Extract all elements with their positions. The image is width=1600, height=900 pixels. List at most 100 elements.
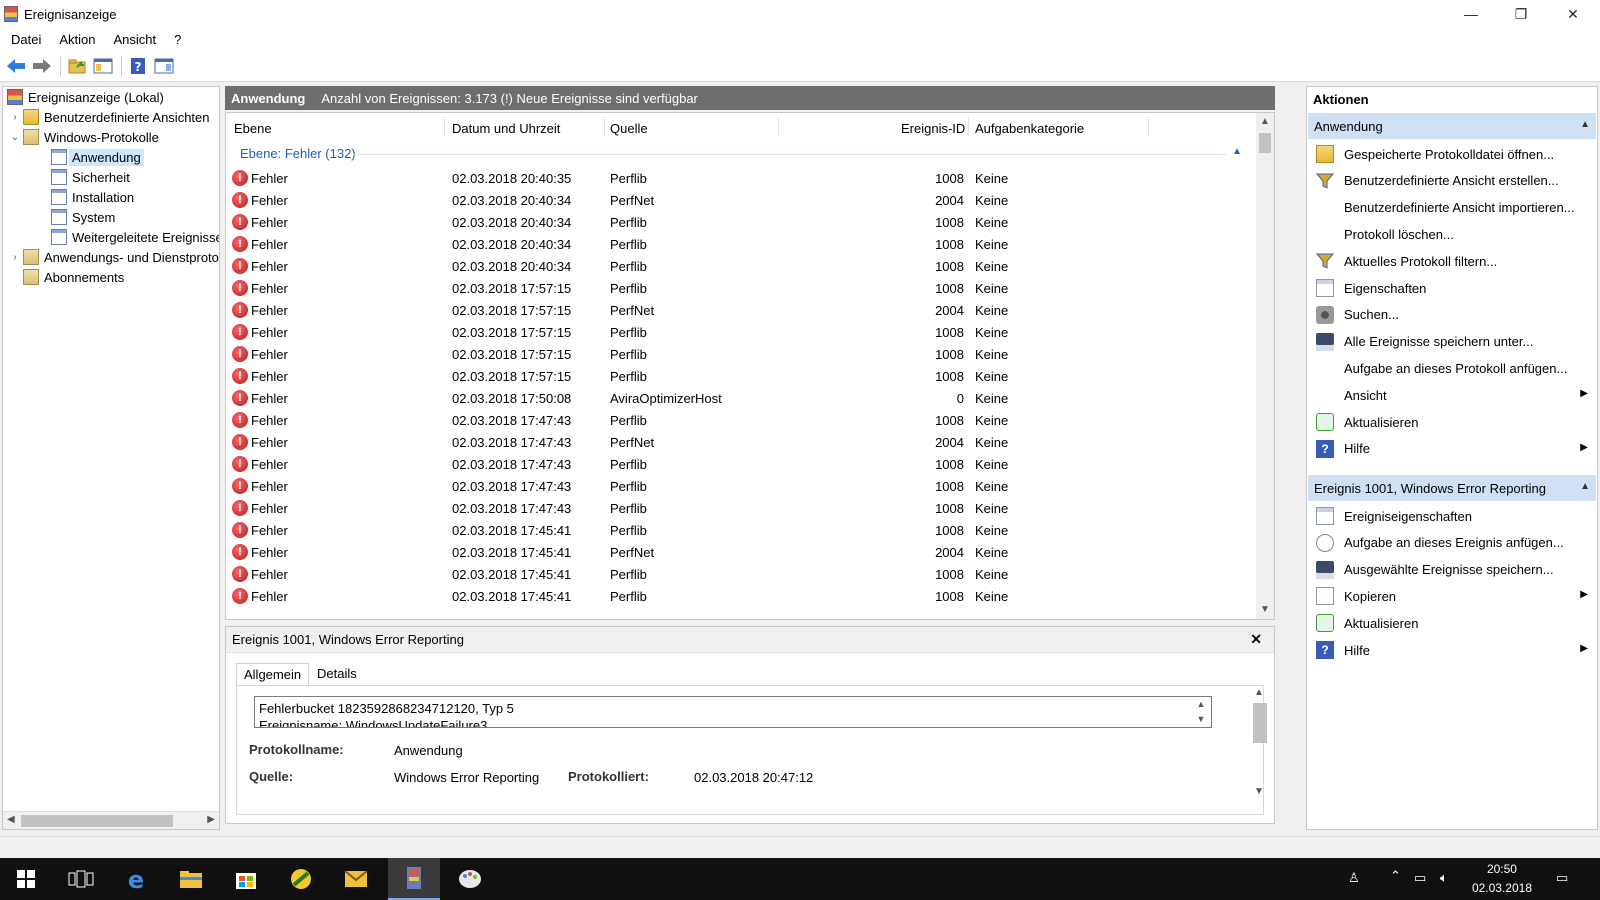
action-item[interactable]: Ausgewählte Ereignisse speichern... [1308, 557, 1596, 583]
event-description-textbox[interactable]: Fehlerbucket 1823592868234712120, Typ 5 … [254, 696, 1212, 728]
taskbar-app-paint[interactable] [444, 858, 496, 900]
scroll-up-icon[interactable]: ▲ [1256, 113, 1274, 131]
table-row[interactable]: ! Fehler 02.03.2018 17:47:43 Perflib 1008 Kei… [226, 453, 1256, 475]
collapse-section-icon[interactable]: ▲ [1580, 481, 1590, 492]
column-header-event-id[interactable]: Ereignis-ID [901, 121, 965, 136]
action-item[interactable]: Aktualisieren [1308, 610, 1596, 636]
action-center-icon[interactable]: ▭ [1556, 870, 1568, 886]
tree-item-app-services[interactable]: › Anwendungs- und Dienstproto [9, 247, 219, 267]
close-detail-button[interactable]: ✕ [1250, 631, 1262, 648]
action-item[interactable]: Ansicht ▶ [1308, 382, 1596, 408]
menu-ansicht[interactable]: Ansicht [105, 32, 166, 47]
action-item[interactable]: Benutzerdefinierte Ansicht erstellen... [1308, 168, 1596, 194]
table-row[interactable]: ! Fehler 02.03.2018 17:47:43 Perflib 1008 Kei… [226, 409, 1256, 431]
open-folder-button[interactable] [65, 54, 89, 78]
scrollbar-thumb[interactable] [21, 815, 173, 827]
column-header-date[interactable]: Datum und Uhrzeit [452, 121, 560, 136]
column-divider[interactable] [968, 117, 969, 137]
action-item[interactable]: Suchen... [1308, 302, 1596, 328]
show-hide-tree-button[interactable] [91, 54, 115, 78]
scrollbar-thumb[interactable] [1259, 133, 1271, 153]
scroll-down-icon[interactable]: ▼ [1250, 786, 1268, 797]
chevron-right-icon[interactable]: › [9, 112, 21, 123]
column-header-level[interactable]: Ebene [234, 121, 272, 136]
event-list-scrollbar[interactable]: ▲ ▼ [1256, 113, 1274, 619]
action-item[interactable]: Alle Ereignisse speichern unter... [1308, 329, 1596, 355]
scroll-left-icon[interactable]: ◀ [7, 814, 15, 825]
table-row[interactable]: ! Fehler 02.03.2018 20:40:35 Perflib 1008 Kei… [226, 167, 1256, 189]
volume-icon[interactable]: 🔈︎ [1440, 870, 1448, 886]
back-button[interactable] [4, 54, 28, 78]
task-view-button[interactable] [55, 858, 107, 900]
close-button[interactable]: ✕ [1548, 0, 1598, 28]
table-row[interactable]: ! Fehler 02.03.2018 17:45:41 Perflib 1008 Kei… [226, 585, 1256, 607]
taskbar-app-green[interactable] [275, 858, 327, 900]
system-clock[interactable]: 20:50 02.03.2018 [1472, 860, 1532, 898]
tab-details[interactable]: Details [310, 663, 364, 687]
action-item[interactable]: Gespeicherte Protokolldatei öffnen... [1308, 141, 1596, 167]
action-item[interactable]: Aktuelles Protokoll filtern... [1308, 248, 1596, 274]
column-header-category[interactable]: Aufgabenkategorie [975, 121, 1084, 136]
help-button[interactable]: ? [126, 54, 150, 78]
collapse-group-icon[interactable]: ▲ [1232, 146, 1242, 157]
action-item[interactable]: Aktualisieren [1308, 409, 1596, 435]
table-row[interactable]: ! Fehler 02.03.2018 17:45:41 Perflib 1008 Kei… [226, 563, 1256, 585]
description-scrollbar[interactable]: ▲ ▼ [1192, 697, 1210, 727]
tree-item-anwendung[interactable]: Anwendung [49, 147, 144, 167]
taskbar-event-viewer[interactable] [388, 858, 440, 900]
taskbar-store[interactable] [220, 858, 272, 900]
table-row[interactable]: ! Fehler 02.03.2018 17:57:15 PerfNet 2004 Kei… [226, 299, 1256, 321]
table-row[interactable]: ! Fehler 02.03.2018 17:47:43 Perflib 1008 Kei… [226, 475, 1256, 497]
menu-datei[interactable]: Datei [0, 32, 50, 47]
scroll-up-icon[interactable]: ▲ [1250, 687, 1268, 698]
table-row[interactable]: ! Fehler 02.03.2018 20:40:34 PerfNet 2004 Kei… [226, 189, 1256, 211]
restore-button[interactable]: ❐ [1496, 0, 1546, 28]
tab-allgemein[interactable]: Allgemein [236, 663, 310, 687]
action-item[interactable]: Ereigniseigenschaften [1308, 503, 1596, 529]
table-row[interactable]: ! Fehler 02.03.2018 20:40:34 Perflib 1008 Kei… [226, 255, 1256, 277]
table-row[interactable]: ! Fehler 02.03.2018 20:40:34 Perflib 1008 Kei… [226, 211, 1256, 233]
scroll-right-icon[interactable]: ▶ [207, 814, 215, 825]
action-item[interactable]: Kopieren ▶ [1308, 583, 1596, 609]
chevron-down-icon[interactable]: ⌄ [9, 132, 21, 143]
column-divider[interactable] [1148, 117, 1149, 137]
network-icon[interactable]: ▭ [1414, 870, 1426, 886]
group-header-fehler[interactable]: Ebene: Fehler (132) ▲ [226, 145, 1256, 163]
tree-horizontal-scrollbar[interactable]: ◀ ▶ [3, 811, 219, 829]
action-item[interactable]: Aufgabe an dieses Protokoll anfügen... [1308, 355, 1596, 381]
table-row[interactable]: ! Fehler 02.03.2018 17:57:15 Perflib 1008 Kei… [226, 277, 1256, 299]
taskbar-edge[interactable]: e [110, 858, 162, 900]
action-item[interactable]: Benutzerdefinierte Ansicht importieren..… [1308, 195, 1596, 221]
show-hidden-icons-icon[interactable]: ⌃ [1390, 868, 1401, 884]
table-row[interactable]: ! Fehler 02.03.2018 17:50:08 AviraOptimizer… [226, 387, 1256, 409]
column-divider[interactable] [778, 117, 779, 137]
table-row[interactable]: ! Fehler 02.03.2018 17:57:15 Perflib 1008 Kei… [226, 365, 1256, 387]
action-item[interactable]: ? Hilfe ▶ [1308, 436, 1596, 462]
collapse-section-icon[interactable]: ▲ [1580, 119, 1590, 130]
taskbar-file-explorer[interactable] [165, 858, 217, 900]
table-row[interactable]: ! Fehler 02.03.2018 17:57:15 Perflib 1008 Kei… [226, 343, 1256, 365]
action-item[interactable]: Aufgabe an dieses Ereignis anfügen... [1308, 530, 1596, 556]
forward-button[interactable] [30, 54, 54, 78]
menu-aktion[interactable]: Aktion [50, 32, 104, 47]
tree-item-root[interactable]: Ereignisanzeige (Lokal) [5, 87, 164, 107]
show-hide-actions-button[interactable] [152, 54, 176, 78]
tree-item-windows-logs[interactable]: ⌄ Windows-Protokolle [9, 127, 159, 147]
people-icon[interactable]: ♙ [1348, 870, 1360, 886]
column-divider[interactable] [604, 117, 605, 137]
start-button[interactable] [0, 858, 52, 900]
tree-item-system[interactable]: System [49, 207, 115, 227]
action-item[interactable]: Protokoll löschen... [1308, 221, 1596, 247]
actions-section-event[interactable]: Ereignis 1001, Windows Error Reporting ▲ [1308, 475, 1596, 501]
tree-item-forwarded-events[interactable]: Weitergeleitete Ereignisse [49, 227, 219, 247]
column-divider[interactable] [444, 117, 445, 137]
table-row[interactable]: ! Fehler 02.03.2018 20:40:34 Perflib 1008 Kei… [226, 233, 1256, 255]
tree-item-subscriptions[interactable]: Abonnements [21, 267, 124, 287]
taskbar-mail[interactable] [330, 858, 382, 900]
table-row[interactable]: ! Fehler 02.03.2018 17:45:41 PerfNet 2004 Kei… [226, 541, 1256, 563]
tree-item-custom-views[interactable]: › Benutzerdefinierte Ansichten [9, 107, 210, 127]
scrollbar-thumb[interactable] [1253, 703, 1267, 743]
menu-help[interactable]: ? [165, 32, 190, 47]
minimize-button[interactable]: — [1446, 0, 1496, 28]
tree-item-sicherheit[interactable]: Sicherheit [49, 167, 130, 187]
